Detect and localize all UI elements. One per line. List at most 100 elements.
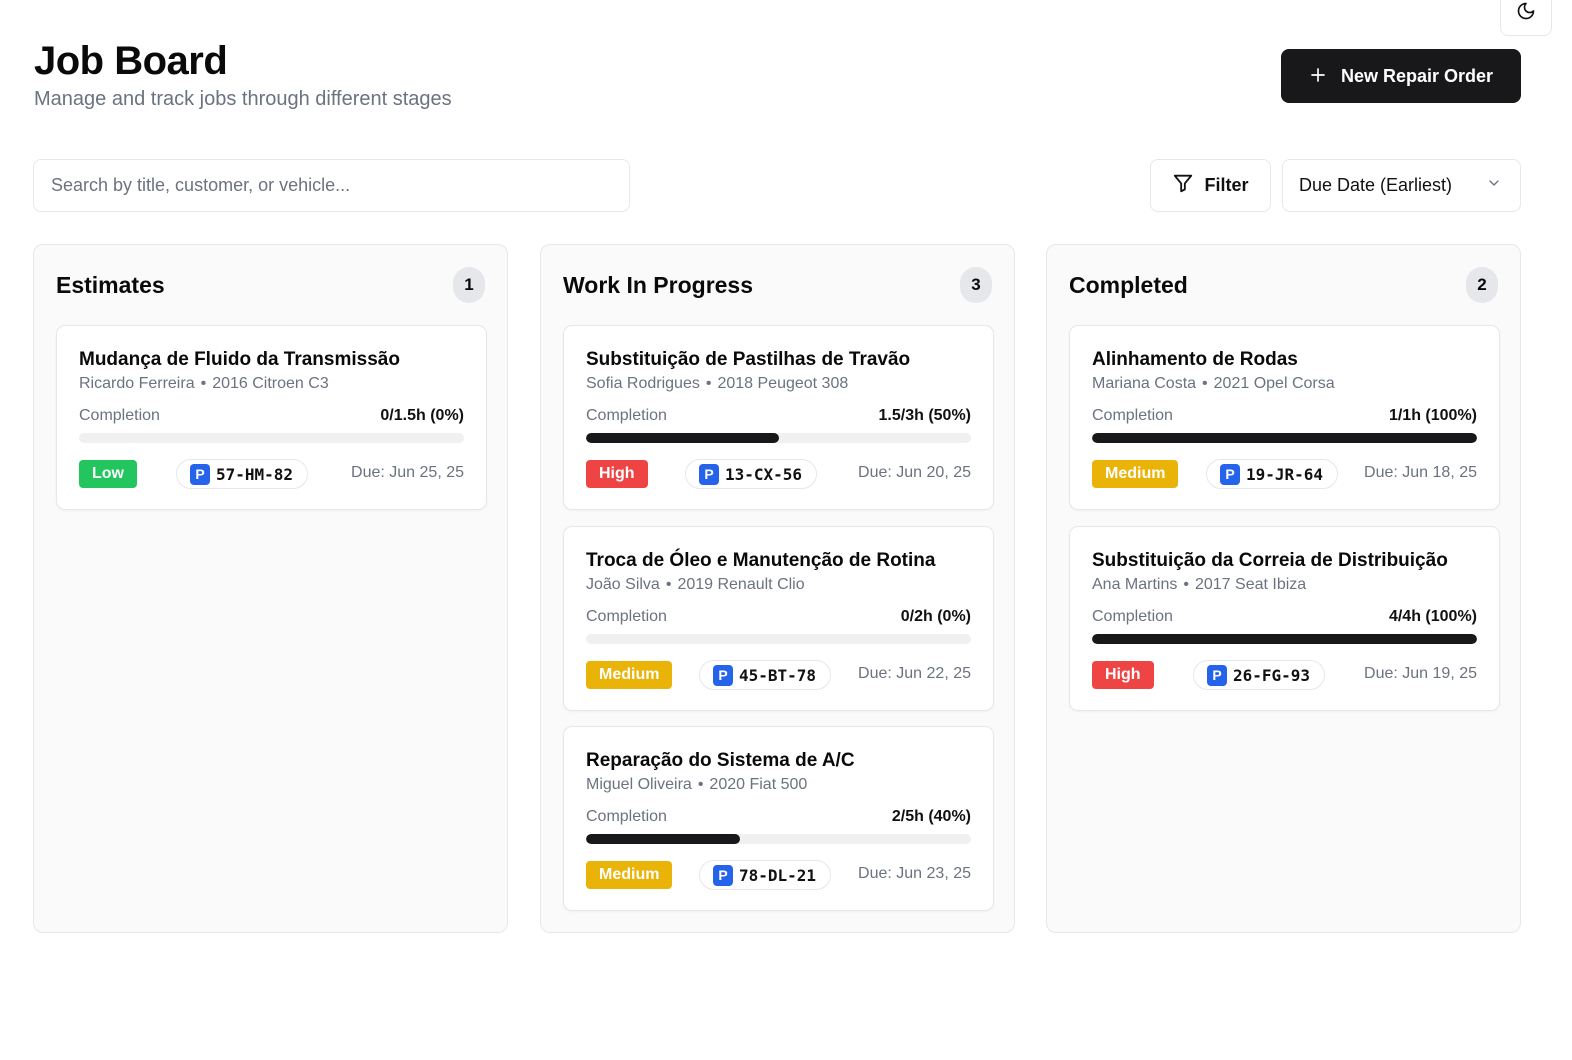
license-plate: P 57-HM-82	[176, 459, 309, 489]
progress-fill	[1092, 433, 1477, 443]
job-card[interactable]: Alinhamento de Rodas Mariana Costa • 2021 …	[1069, 325, 1500, 510]
due-date: Due: Jun 18, 25	[1364, 464, 1477, 481]
vehicle-name: 2019 Renault Clio	[677, 576, 805, 593]
priority-badge: High	[1092, 661, 1154, 689]
license-plate: P 13-CX-56	[685, 459, 818, 489]
completion-value: 1/1h (100%)	[1388, 407, 1477, 424]
vehicle-name: 2016 Citroen C3	[212, 375, 329, 392]
column-header: Estimates 1	[56, 267, 485, 303]
due-date: Due: Jun 22, 25	[858, 665, 971, 682]
customer-name: Mariana Costa	[1092, 375, 1197, 392]
progress-bar	[586, 834, 971, 844]
plate-number: 78-DL-21	[739, 865, 817, 885]
priority-badge: High	[586, 460, 648, 488]
job-meta: Sofia Rodrigues • 2018 Peugeot 308	[586, 375, 849, 392]
sort-select[interactable]: Due Date (Earliest)	[1282, 159, 1521, 212]
plate-number: 19-JR-64	[1246, 464, 1324, 484]
page-header: Job Board Manage and track jobs through …	[34, 38, 452, 111]
priority-badge: Low	[79, 460, 137, 488]
job-meta: João Silva • 2019 Renault Clio	[586, 576, 805, 593]
job-title: Alinhamento de Rodas	[1092, 349, 1298, 370]
job-meta: Ana Martins • 2017 Seat Ibiza	[1092, 576, 1307, 593]
job-title: Substituição de Pastilhas de Travão	[586, 349, 911, 370]
new-repair-order-label: New Repair Order	[1340, 65, 1494, 86]
column-count-badge: 1	[453, 267, 485, 303]
vehicle-name: 2020 Fiat 500	[709, 776, 808, 793]
due-date: Due: Jun 25, 25	[351, 464, 464, 481]
completion-label: Completion	[1092, 407, 1173, 424]
job-meta: Mariana Costa • 2021 Opel Corsa	[1092, 375, 1335, 392]
license-plate: P 19-JR-64	[1206, 459, 1339, 489]
parking-p-icon: P	[190, 463, 210, 485]
priority-badge: Medium	[586, 861, 673, 889]
progress-bar	[586, 634, 971, 644]
parking-p-icon: P	[713, 664, 733, 686]
column-completed: Completed 2 Alinhamento de Rodas Mariana…	[1046, 244, 1521, 933]
completion-value: 1.5/3h (50%)	[878, 407, 971, 424]
parking-p-icon: P	[1207, 664, 1227, 686]
job-title: Substituição da Correia de Distribuição	[1092, 550, 1448, 571]
customer-name: Ana Martins	[1092, 576, 1178, 593]
customer-name: Miguel Oliveira	[586, 776, 692, 793]
due-date: Due: Jun 19, 25	[1364, 665, 1477, 682]
completion-value: 0/1.5h (0%)	[380, 407, 464, 424]
priority-badge: Medium	[586, 661, 673, 689]
column-header: Work In Progress 3	[563, 267, 992, 303]
completion-label: Completion	[586, 808, 667, 825]
column-title: Completed	[1069, 271, 1188, 298]
search-input[interactable]	[33, 159, 630, 212]
customer-name: João Silva	[586, 576, 660, 593]
progress-bar	[1092, 433, 1477, 443]
column-work-in-progress: Work In Progress 3 Substituição de Pasti…	[540, 244, 1015, 933]
plate-number: 45-BT-78	[739, 665, 817, 685]
sort-selected-value: Due Date (Earliest)	[1299, 175, 1453, 195]
job-card[interactable]: Mudança de Fluido da Transmissão Ricardo…	[56, 325, 487, 510]
column-title: Estimates	[56, 271, 165, 298]
progress-fill	[586, 433, 779, 443]
new-repair-order-button[interactable]: New Repair Order	[1281, 49, 1521, 103]
job-card[interactable]: Substituição de Pastilhas de Travão Sofi…	[563, 325, 994, 510]
funnel-icon	[1172, 172, 1194, 199]
priority-badge: Medium	[1092, 460, 1179, 488]
job-meta: Miguel Oliveira • 2020 Fiat 500	[586, 776, 808, 793]
progress-fill	[1092, 634, 1477, 644]
page-title: Job Board	[34, 39, 228, 83]
moon-icon	[1516, 1, 1536, 26]
completion-label: Completion	[1092, 608, 1173, 625]
column-title: Work In Progress	[563, 271, 754, 298]
due-date: Due: Jun 23, 25	[858, 865, 971, 882]
plate-number: 57-HM-82	[216, 464, 294, 484]
job-card[interactable]: Troca de Óleo e Manutenção de Rotina Joã…	[563, 526, 994, 711]
job-card[interactable]: Reparação do Sistema de A/C Miguel Olive…	[563, 726, 994, 911]
plate-number: 26-FG-93	[1233, 665, 1311, 685]
theme-toggle-button[interactable]	[1500, 0, 1552, 36]
filter-label: Filter	[1204, 175, 1249, 195]
job-title: Reparação do Sistema de A/C	[586, 750, 855, 771]
job-meta: Ricardo Ferreira • 2016 Citroen C3	[79, 375, 329, 392]
parking-p-icon: P	[1220, 463, 1240, 485]
column-count-badge: 2	[1466, 267, 1498, 303]
filter-button[interactable]: Filter	[1150, 159, 1271, 212]
plate-number: 13-CX-56	[725, 464, 803, 484]
column-count-badge: 3	[960, 267, 992, 303]
completion-value: 2/5h (40%)	[891, 808, 971, 825]
page-subtitle: Manage and track jobs through different …	[34, 88, 452, 110]
chevron-down-icon	[1486, 175, 1502, 196]
completion-label: Completion	[79, 407, 160, 424]
progress-bar	[1092, 634, 1477, 644]
vehicle-name: 2018 Peugeot 308	[717, 375, 849, 392]
column-header: Completed 2	[1069, 267, 1498, 303]
job-title: Mudança de Fluido da Transmissão	[79, 349, 400, 370]
completion-label: Completion	[586, 407, 667, 424]
vehicle-name: 2017 Seat Ibiza	[1194, 576, 1307, 593]
customer-name: Ricardo Ferreira	[79, 375, 195, 392]
progress-bar	[586, 433, 971, 443]
completion-label: Completion	[586, 608, 667, 625]
completion-value: 0/2h (0%)	[900, 608, 971, 625]
license-plate: P 78-DL-21	[699, 860, 832, 890]
license-plate: P 26-FG-93	[1193, 660, 1326, 690]
customer-name: Sofia Rodrigues	[586, 375, 700, 392]
license-plate: P 45-BT-78	[699, 660, 832, 690]
parking-p-icon: P	[713, 864, 733, 886]
job-card[interactable]: Substituição da Correia de Distribuição …	[1069, 526, 1500, 711]
